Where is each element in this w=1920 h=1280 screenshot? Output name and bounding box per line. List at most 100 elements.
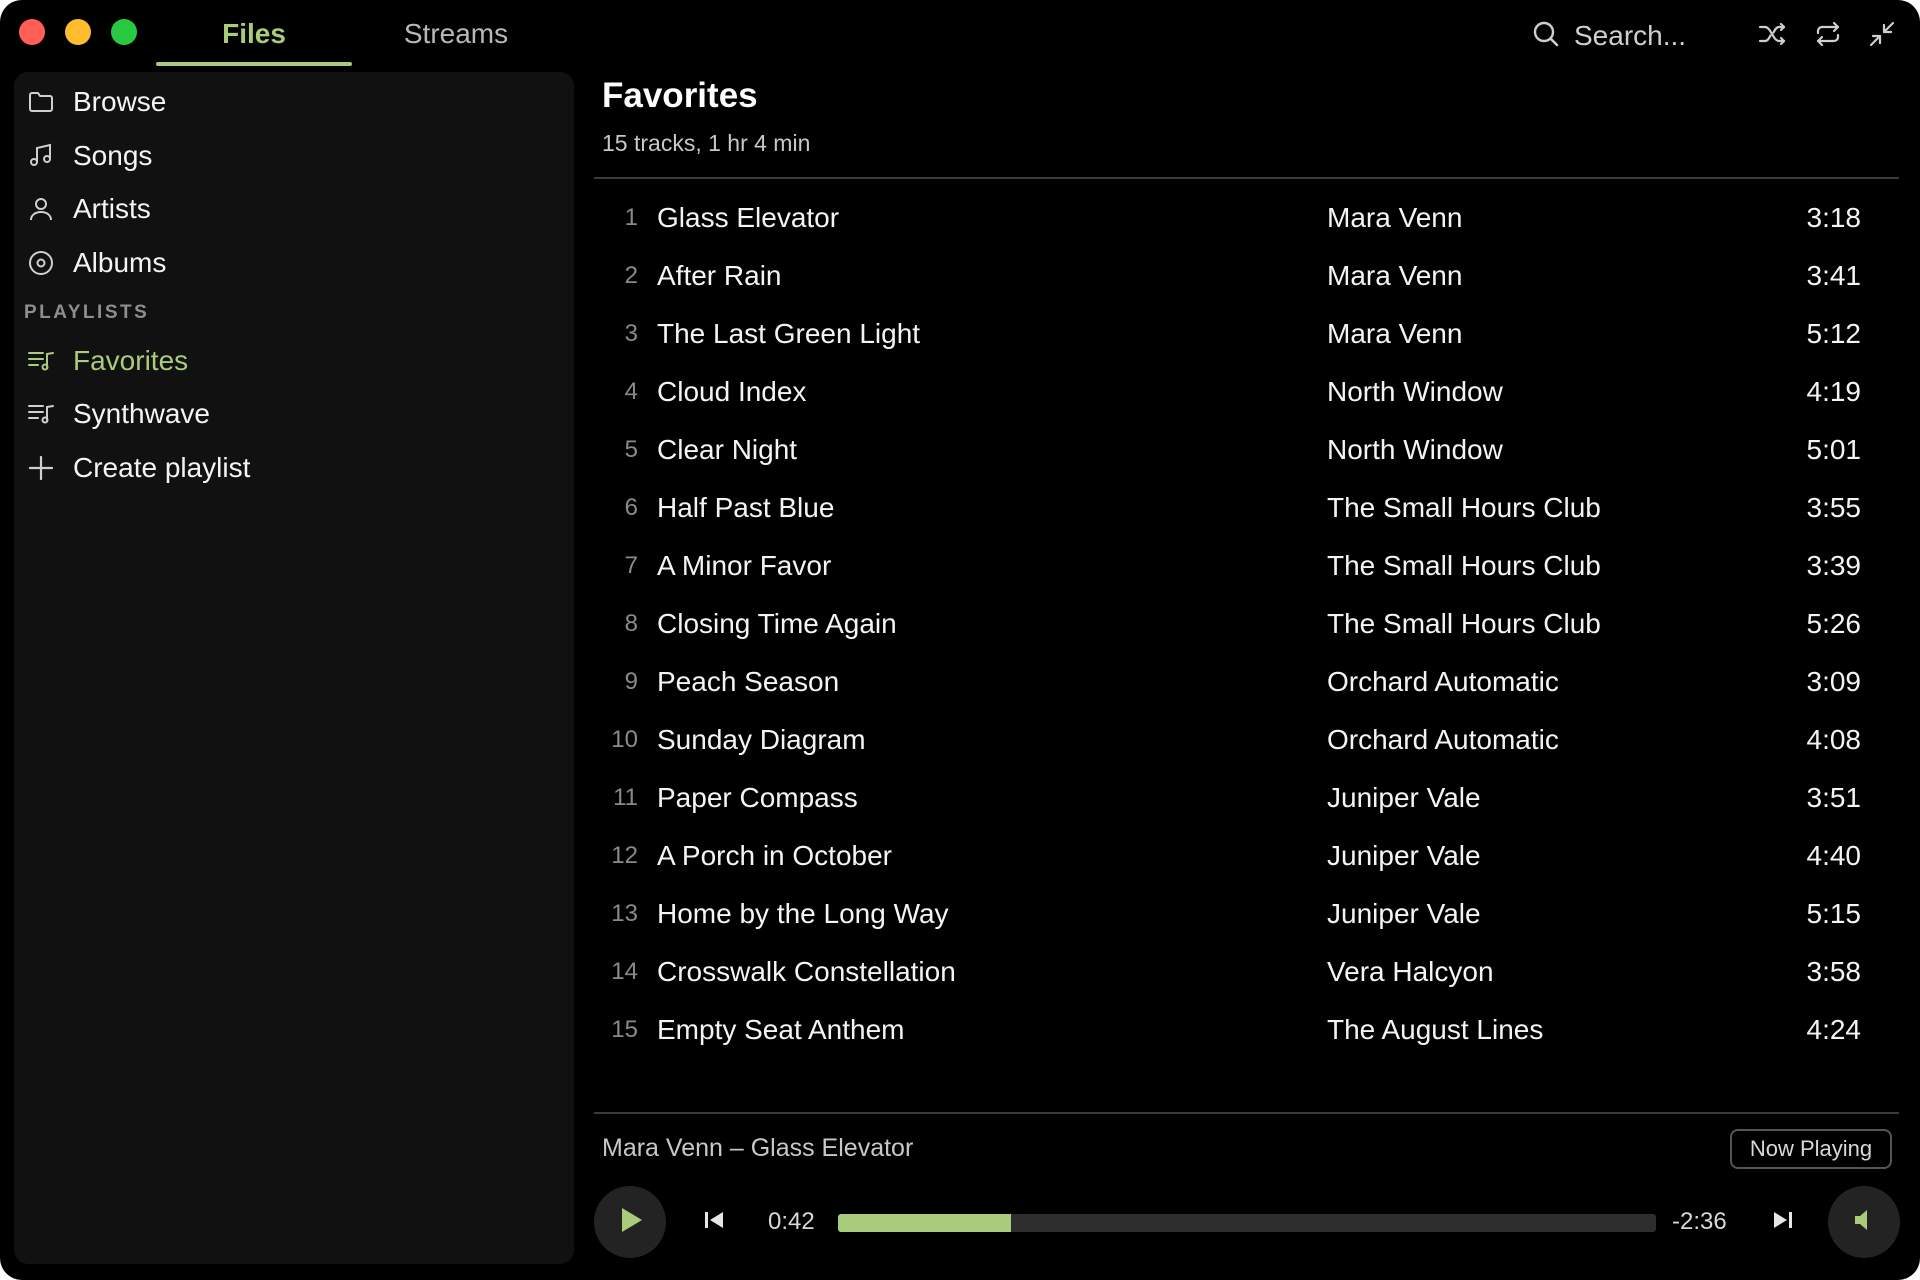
track-title: Crosswalk Constellation	[657, 956, 956, 987]
track-title: Sunday Diagram	[657, 724, 866, 755]
track-number: 14	[611, 958, 638, 985]
sidebar-item-create-playlist[interactable]: Create playlist	[14, 443, 574, 493]
sidebar-item-label: Favorites	[73, 345, 189, 376]
table-row[interactable]: 11 Paper Compass Juniper Vale 3:51	[594, 770, 1899, 828]
playlist-summary: 15 tracks, 1 hr 4 min	[602, 130, 811, 156]
track-number: 10	[611, 726, 638, 753]
next-track-button[interactable]	[1767, 1206, 1799, 1238]
track-duration: 3:41	[1806, 260, 1862, 291]
table-row[interactable]: 8 Closing Time Again The Small Hours Clu…	[594, 596, 1899, 654]
zoom-window-button[interactable]	[111, 19, 137, 45]
sidebar-item-albums[interactable]: Albums	[14, 238, 574, 288]
track-duration: 4:08	[1806, 724, 1862, 755]
progress-bar[interactable]	[838, 1214, 1656, 1232]
track-title: Peach Season	[657, 666, 840, 697]
table-row[interactable]: 13 Home by the Long Way Juniper Vale 5:1…	[594, 886, 1899, 944]
track-title: Home by the Long Way	[657, 898, 949, 929]
track-artist: Orchard Automatic	[1327, 724, 1559, 755]
track-duration: 3:39	[1806, 550, 1862, 581]
sidebar-item-browse[interactable]: Browse	[14, 77, 574, 127]
sidebar-item-label: Albums	[73, 247, 167, 278]
app-window: Files Streams Search... Browse Songs Art…	[0, 0, 1920, 1280]
table-row[interactable]: 2 After Rain Mara Venn 3:41	[594, 248, 1899, 306]
previous-track-button[interactable]	[698, 1206, 730, 1238]
table-row[interactable]: 9 Peach Season Orchard Automatic 3:09	[594, 654, 1899, 712]
collapse-icon[interactable]	[1866, 18, 1898, 50]
track-number: 13	[611, 900, 638, 927]
music-note-icon	[26, 141, 56, 171]
track-title: Half Past Blue	[657, 492, 835, 523]
track-duration: 3:18	[1806, 202, 1862, 233]
sidebar-item-synthwave[interactable]: Synthwave	[14, 389, 574, 439]
track-title: Glass Elevator	[657, 202, 840, 233]
minimize-window-button[interactable]	[65, 19, 91, 45]
table-row[interactable]: 6 Half Past Blue The Small Hours Club 3:…	[594, 480, 1899, 538]
sidebar-item-songs[interactable]: Songs	[14, 131, 574, 181]
track-duration: 3:09	[1806, 666, 1862, 697]
table-row[interactable]: 12 A Porch in October Juniper Vale 4:40	[594, 828, 1899, 886]
table-row[interactable]: 3 The Last Green Light Mara Venn 5:12	[594, 306, 1899, 364]
volume-button[interactable]	[1828, 1186, 1900, 1258]
disc-icon	[26, 248, 56, 278]
search-placeholder: Search...	[1574, 20, 1687, 51]
table-row[interactable]: 7 A Minor Favor The Small Hours Club 3:3…	[594, 538, 1899, 596]
table-row[interactable]: 5 Clear Night North Window 5:01	[594, 422, 1899, 480]
table-row[interactable]: 1 Glass Elevator Mara Venn 3:18	[594, 190, 1899, 248]
track-artist: North Window	[1327, 376, 1503, 407]
sidebar-item-label: Songs	[73, 140, 153, 171]
track-number: 5	[624, 436, 638, 463]
table-row[interactable]: 14 Crosswalk Constellation Vera Halcyon …	[594, 944, 1899, 1002]
search-field[interactable]: Search...	[1532, 14, 1722, 58]
sidebar-item-favorites[interactable]: Favorites	[14, 336, 574, 386]
track-list: 1 Glass Elevator Mara Venn 3:18 2 After …	[594, 190, 1899, 1060]
now-playing-text: Mara Venn – Glass Elevator	[602, 1134, 914, 1162]
table-row[interactable]: 10 Sunday Diagram Orchard Automatic 4:08	[594, 712, 1899, 770]
track-artist: The Small Hours Club	[1327, 492, 1601, 523]
track-artist: Mara Venn	[1327, 260, 1463, 291]
title-bar: Files Streams Search...	[0, 0, 1920, 68]
track-duration: 3:51	[1806, 782, 1862, 813]
elapsed-time: 0:42	[768, 1208, 815, 1235]
track-duration: 4:24	[1806, 1014, 1862, 1045]
tab-files[interactable]: Files	[156, 0, 352, 68]
sidebar-item-label: Synthwave	[73, 398, 210, 429]
track-title: A Minor Favor	[657, 550, 832, 581]
sidebar: Browse Songs Artists Albums PLAYLISTS Fa…	[14, 72, 574, 1264]
progress-fill	[838, 1214, 1012, 1232]
playlist-icon	[26, 346, 56, 376]
track-artist: The Small Hours Club	[1327, 550, 1601, 581]
tab-streams[interactable]: Streams	[358, 0, 554, 68]
sidebar-item-artists[interactable]: Artists	[14, 184, 574, 234]
track-artist: Mara Venn	[1327, 318, 1463, 349]
play-icon	[614, 1204, 646, 1241]
shuffle-icon[interactable]	[1756, 18, 1788, 50]
track-title: Clear Night	[657, 434, 798, 465]
skip-back-icon	[702, 1208, 726, 1237]
track-number: 2	[624, 262, 638, 289]
track-title: Closing Time Again	[657, 608, 897, 639]
track-duration: 5:15	[1806, 898, 1862, 929]
track-title: Empty Seat Anthem	[657, 1014, 905, 1045]
table-row[interactable]: 4 Cloud Index North Window 4:19	[594, 364, 1899, 422]
skip-forward-icon	[1771, 1208, 1795, 1237]
track-title: A Porch in October	[657, 840, 893, 871]
track-title: Cloud Index	[657, 376, 807, 407]
sidebar-item-label: Create playlist	[73, 452, 251, 483]
track-duration: 4:40	[1806, 840, 1862, 871]
search-icon	[1532, 20, 1560, 53]
now-playing-button[interactable]: Now Playing	[1730, 1129, 1892, 1169]
playlist-title: Favorites	[602, 76, 758, 115]
table-row[interactable]: 15 Empty Seat Anthem The August Lines 4:…	[594, 1002, 1899, 1060]
track-artist: North Window	[1327, 434, 1503, 465]
track-artist: The August Lines	[1327, 1014, 1544, 1045]
play-button[interactable]	[594, 1186, 666, 1258]
track-artist: Juniper Vale	[1327, 898, 1481, 929]
person-icon	[26, 194, 56, 224]
track-artist: Orchard Automatic	[1327, 666, 1559, 697]
repeat-icon[interactable]	[1812, 18, 1844, 50]
close-window-button[interactable]	[19, 19, 45, 45]
track-duration: 5:26	[1806, 608, 1862, 639]
sidebar-item-label: Browse	[73, 86, 167, 117]
track-artist: Juniper Vale	[1327, 782, 1481, 813]
remaining-time: -2:36	[1672, 1208, 1727, 1235]
